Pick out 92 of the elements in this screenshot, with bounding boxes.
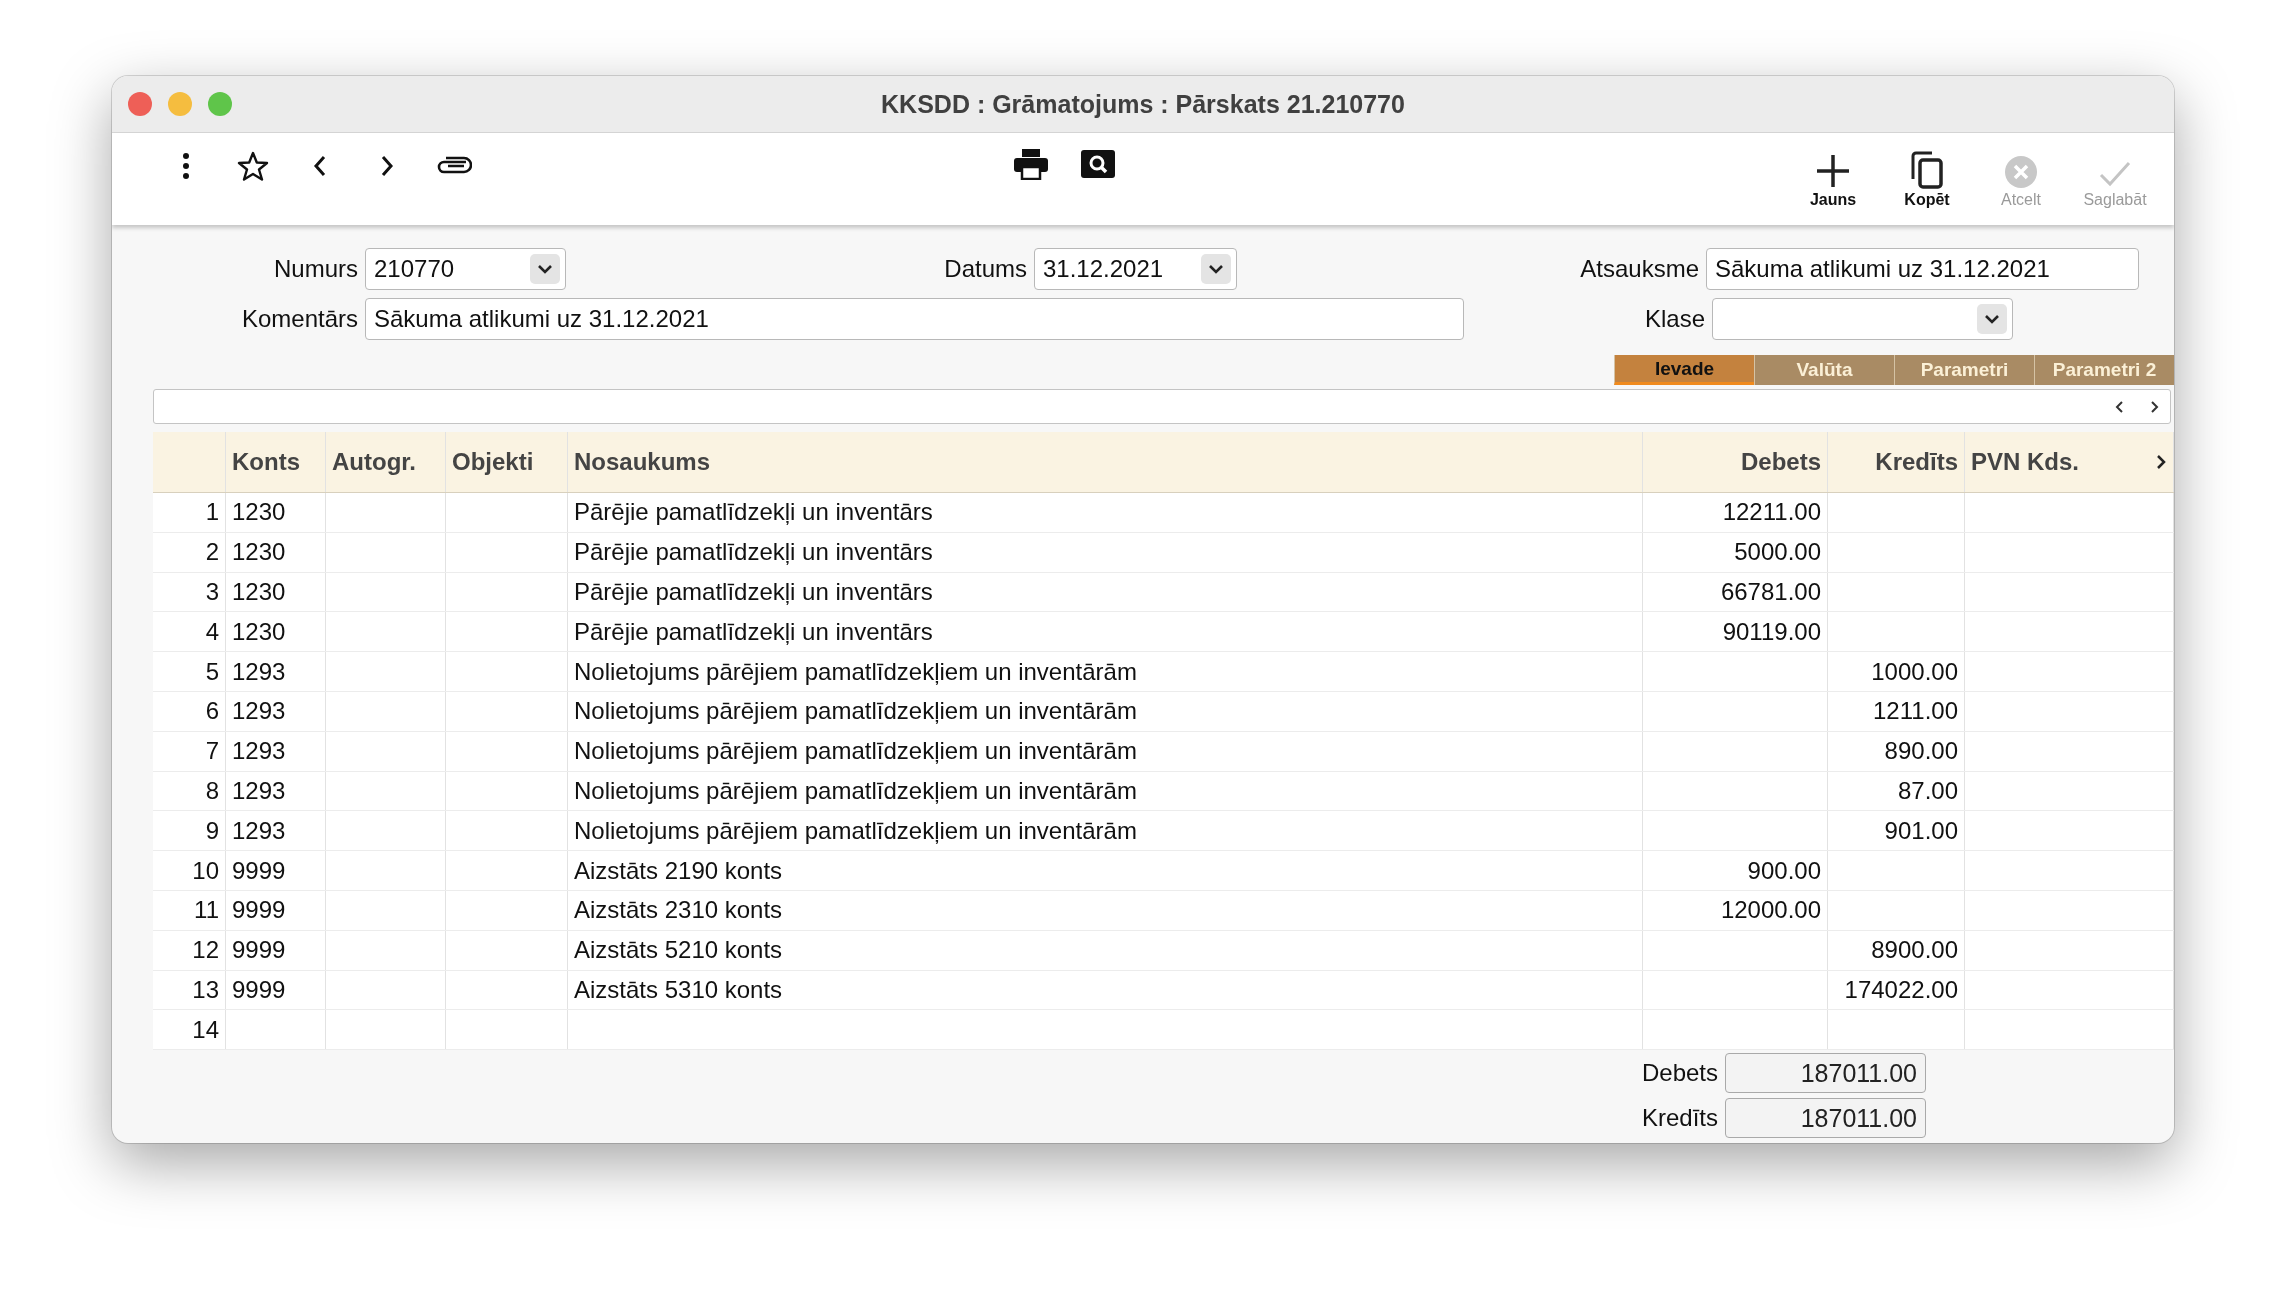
table-cell: 9999: [232, 936, 286, 965]
forward-icon[interactable]: [379, 155, 394, 177]
table-cell: 1230: [232, 538, 286, 567]
reference-field[interactable]: Sākuma atlikumi uz 31.12.2021: [1706, 248, 2139, 290]
table-cell: 901.00: [1884, 816, 1958, 845]
total-field: 187011.00: [1725, 1098, 1926, 1139]
table-cell: 9999: [232, 856, 286, 885]
table-cell: Aizstāts 2310 konts: [574, 896, 783, 925]
table-cell: 12000.00: [1720, 896, 1821, 925]
table-cell: 5000.00: [1734, 538, 1821, 567]
more-icon[interactable]: [181, 153, 190, 179]
table-cell: 8900.00: [1871, 936, 1958, 965]
table-cell: 1293: [232, 737, 286, 766]
table-cell: Nolietojums pārējiem pamatlīdzekļiem un inventārām: [574, 657, 1137, 686]
total-label: Debets: [1640, 1059, 1719, 1088]
star-icon[interactable]: [236, 151, 269, 181]
table-cell: 1230: [232, 617, 286, 646]
window-title: KKSDD : Grāmatojums : Pārskats 21.210770: [881, 89, 1405, 119]
row-number: 1: [205, 498, 219, 527]
table-cell: 174022.00: [1844, 975, 1958, 1004]
table-cell: Pārējie pamatlīdzekļi un inventārs: [574, 578, 933, 606]
table-cell: 1000.00: [1871, 657, 1958, 686]
row-number: 13: [192, 975, 219, 1004]
row-number: 12: [192, 936, 219, 965]
column-header[interactable]: Objekti: [446, 432, 568, 492]
table-cell: 9999: [232, 975, 286, 1004]
column-header[interactable]: Kredīts: [1828, 432, 1965, 492]
table-cell: Pārējie pamatlīdzekļi un inventārs: [574, 538, 933, 567]
table-cell: Nolietojums pārējiem pamatlīdzekļiem un inventārām: [574, 816, 1137, 845]
table-cell: 1293: [232, 816, 286, 845]
checkmark-icon: [2098, 159, 2132, 189]
table-cell: Aizstāts 2190 konts: [574, 856, 783, 885]
search-icon[interactable]: [1081, 150, 1115, 178]
paperclip-icon[interactable]: [435, 156, 472, 176]
table-cell: Pārējie pamatlīdzekļi un inventārs: [574, 617, 933, 646]
field-label: Klase: [1643, 305, 1706, 333]
comment-field[interactable]: Sākuma atlikumi uz 31.12.2021: [365, 298, 1464, 340]
field-label: Numurs: [273, 255, 359, 283]
close-icon: [2004, 155, 2038, 189]
column-header[interactable]: PVN Kds.: [1965, 432, 2174, 492]
table-cell: 1293: [232, 657, 286, 686]
column-header[interactable]: Autogr.: [326, 432, 446, 492]
row-number: 14: [192, 1015, 219, 1044]
row-number: 5: [205, 657, 219, 686]
scroll-left-icon[interactable]: [2114, 399, 2126, 414]
table-cell: 66781.00: [1720, 578, 1821, 606]
table-cell: 1211.00: [1873, 697, 1958, 726]
field-label: Datums: [943, 255, 1028, 283]
table-cell: 87.00: [1897, 776, 1958, 805]
toolbar-button[interactable]: Jauns: [1798, 151, 1868, 209]
column-header[interactable]: Debets: [1643, 432, 1828, 492]
table-cell: Nolietojums pārējiem pamatlīdzekļiem un inventārām: [574, 776, 1137, 805]
toolbar-button[interactable]: Kopēt: [1892, 151, 1962, 209]
scroll-right-icon[interactable]: [2148, 399, 2160, 414]
row-number: 3: [205, 578, 219, 606]
back-icon[interactable]: [312, 155, 327, 177]
tab[interactable]: Ievade: [1614, 355, 1754, 385]
field-label: Atsauksme: [1579, 255, 1700, 283]
table-cell: 12211.00: [1722, 498, 1821, 527]
table-cell: Pārējie pamatlīdzekļi un inventārs: [574, 498, 933, 527]
plus-icon: [1815, 153, 1851, 189]
table-cell: Aizstāts 5310 konts: [574, 975, 783, 1004]
table-cell: 1230: [232, 498, 286, 527]
column-header[interactable]: Konts: [226, 432, 326, 492]
table-cell: 1230: [232, 578, 286, 606]
row-number: 10: [192, 856, 219, 885]
date-select[interactable]: 31.12.2021: [1034, 248, 1237, 290]
more-columns-icon[interactable]: [2156, 454, 2166, 470]
table-cell: 890.00: [1884, 737, 1958, 766]
printer-icon[interactable]: [1013, 148, 1049, 180]
table-cell: Aizstāts 5210 konts: [574, 936, 783, 965]
table-cell: 1293: [232, 776, 286, 805]
table-cell: 90119.00: [1722, 617, 1821, 646]
table-cell: 1293: [232, 697, 286, 726]
table-cell: 9999: [232, 896, 286, 925]
table-cell: 900.00: [1747, 856, 1821, 885]
row-number: 4: [205, 617, 219, 646]
close-window-button[interactable]: [128, 92, 152, 116]
field-label: Komentārs: [240, 305, 359, 333]
total-field: 187011.00: [1725, 1053, 1926, 1094]
number-select[interactable]: 210770: [365, 248, 566, 290]
row-number: 6: [205, 697, 219, 726]
column-header[interactable]: Nosaukums: [568, 432, 1643, 492]
row-number: 2: [205, 538, 219, 567]
row-number: 9: [205, 816, 219, 845]
row-number: 7: [205, 737, 219, 766]
total-label: Kredīts: [1640, 1104, 1719, 1133]
table-cell: Nolietojums pārējiem pamatlīdzekļiem un inventārām: [574, 737, 1137, 766]
copy-icon: [1910, 151, 1944, 189]
table-cell: Nolietojums pārējiem pamatlīdzekļiem un inventārām: [574, 697, 1137, 726]
row-number: 8: [205, 776, 219, 805]
row-number: 11: [194, 896, 219, 925]
